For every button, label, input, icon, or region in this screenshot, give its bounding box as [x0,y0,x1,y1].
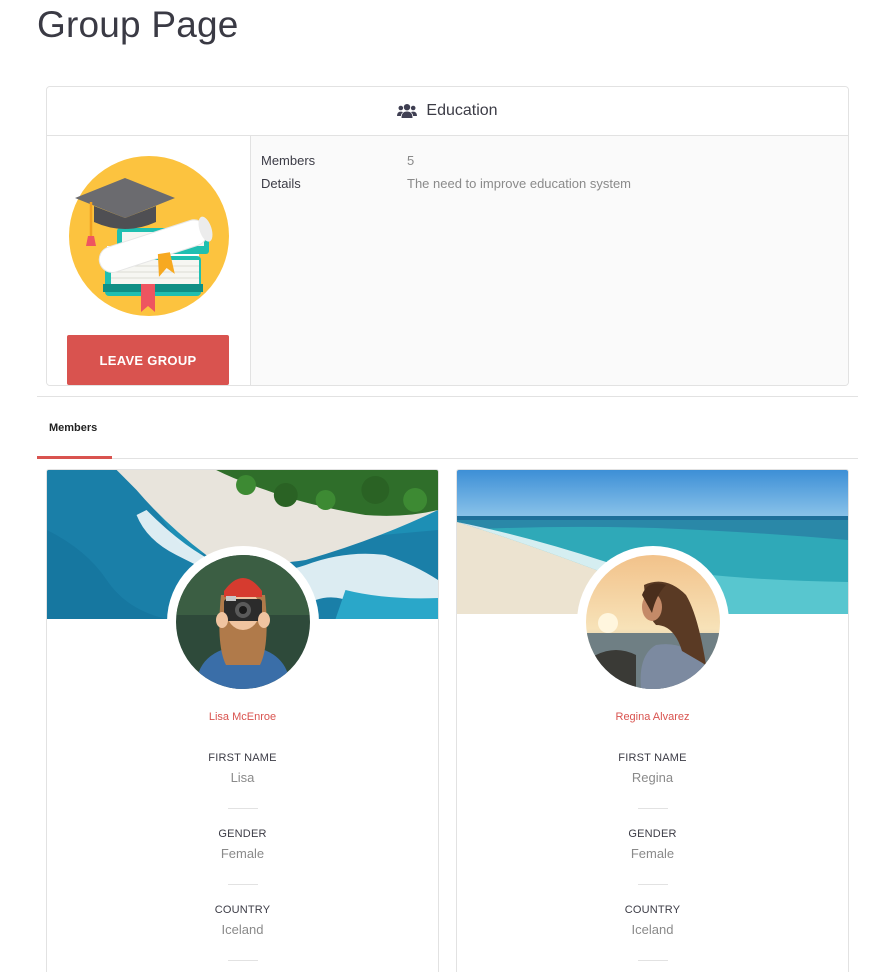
avatar-photo [586,555,720,689]
education-graduation-image [67,156,231,316]
tabs-divider-top [37,396,858,397]
field-country: COUNTRY Iceland [457,904,848,937]
group-header: Education [47,87,848,136]
tab-active-indicator [37,456,112,459]
group-info: Members 5 Details The need to improve ed… [251,136,848,385]
field-divider [638,960,668,961]
field-country: COUNTRY Iceland [47,904,438,937]
field-first-name: FIRST NAME Regina [457,752,848,785]
field-gender: GENDER Female [47,828,438,861]
avatar-photo [176,555,310,689]
info-value: 5 [407,153,415,168]
field-label: COUNTRY [214,904,271,916]
field-divider [638,884,668,885]
info-key: Members [261,153,316,168]
page-title: Group Page [37,4,239,45]
info-key: Details [261,176,301,191]
users-icon [397,104,418,118]
field-label: GENDER [218,828,267,840]
field-value: Female [630,846,675,861]
field-first-name: FIRST NAME Lisa [47,752,438,785]
member-name[interactable]: Regina Alvarez [457,711,848,723]
field-value: Iceland [221,922,264,937]
field-divider [228,808,258,809]
field-divider [228,960,258,961]
field-gender: GENDER Female [457,828,848,861]
tabs-divider-bottom [37,458,858,459]
group-body: LEAVE GROUP Members 5 Details The need t… [47,136,848,385]
field-divider [638,808,668,809]
group-panel: Education LEAVE GROUP Members 5 Details … [46,86,849,386]
field-label: FIRST NAME [208,752,277,764]
info-row-members: Members 5 [261,149,838,172]
leave-group-button[interactable]: LEAVE GROUP [67,335,229,385]
info-row-details: Details The need to improve education sy… [261,172,838,195]
member-card: Regina Alvarez FIRST NAME Regina GENDER … [456,469,849,972]
group-left-column: LEAVE GROUP [47,136,251,385]
group-name: Education [426,102,498,119]
field-value: Regina [631,770,674,785]
info-value: The need to improve education system [407,176,632,191]
field-divider [228,884,258,885]
field-value: Lisa [230,770,255,785]
field-label: GENDER [628,828,677,840]
field-label: COUNTRY [624,904,681,916]
member-card: Lisa McEnroe FIRST NAME Lisa GENDER Fema… [46,469,439,972]
field-value: Iceland [631,922,674,937]
tab-members[interactable]: Members [37,397,112,459]
field-label: FIRST NAME [618,752,687,764]
member-name[interactable]: Lisa McEnroe [47,711,438,723]
field-value: Female [220,846,265,861]
